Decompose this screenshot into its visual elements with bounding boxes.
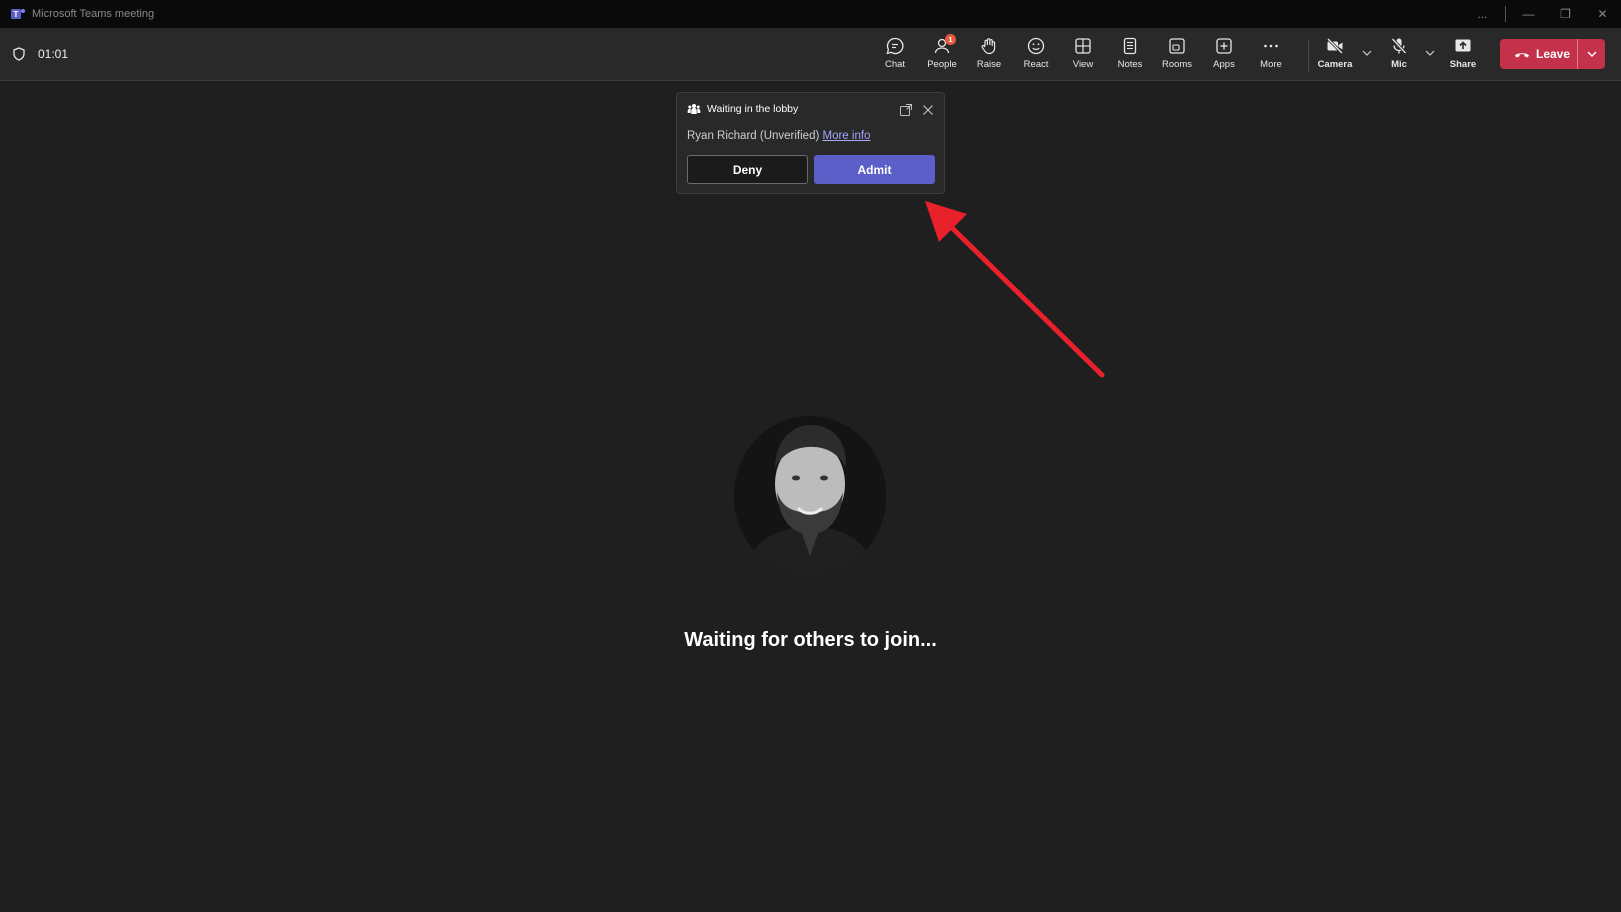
svg-text:T: T [14,10,19,19]
rooms-label: Rooms [1161,59,1193,70]
camera-options-chevron-down-icon[interactable] [1360,46,1374,60]
deny-button[interactable]: Deny [687,155,808,184]
camera-button[interactable]: Camera [1312,36,1358,74]
rooms-button[interactable]: Rooms [1154,36,1200,74]
share-label: Share [1449,59,1477,70]
grid-icon [1075,38,1091,54]
window-titlebar: T Microsoft Teams meeting ... — ❐ ✕ [0,0,1621,28]
lobby-participant-name: Ryan Richard (Unverified) [687,130,820,142]
mic-options-chevron-down-icon[interactable] [1423,46,1437,60]
people-label: People [927,59,957,70]
window-controls-divider [1505,6,1506,22]
apps-label: Apps [1213,59,1235,70]
raise-hand-button[interactable]: Raise [966,36,1012,74]
add-app-icon [1216,38,1232,54]
chat-label: Chat [884,59,906,70]
notes-icon [1123,37,1137,55]
apps-button[interactable]: Apps [1201,36,1247,74]
hang-up-icon [1515,53,1529,58]
leave-button-group: Leave [1500,39,1605,69]
react-button[interactable]: React [1013,36,1059,74]
camera-label: Camera [1317,59,1353,70]
chat-button[interactable]: Chat [872,36,918,74]
view-button[interactable]: View [1060,36,1106,74]
meeting-timer: 01:01 [38,47,69,61]
share-button[interactable]: Share [1440,36,1486,74]
participant-avatar [734,416,886,576]
smiley-icon [1027,37,1045,55]
window-controls: ... — ❐ ✕ [1464,0,1621,28]
more-button[interactable]: More [1248,36,1294,74]
mic-label: Mic [1391,59,1407,70]
more-info-link[interactable]: More info [823,130,871,142]
camera-off-icon [1326,37,1344,55]
share-icon [1455,39,1471,52]
window-more-button[interactable]: ... [1464,0,1501,28]
lobby-participant-line: Ryan Richard (Unverified) More info [687,130,870,142]
admit-button[interactable]: Admit [814,155,935,184]
pop-out-icon[interactable] [899,103,913,117]
leave-options-button[interactable] [1578,39,1605,69]
leave-label: Leave [1536,47,1571,61]
window-title: Microsoft Teams meeting [32,8,155,20]
leave-button[interactable]: Leave [1500,39,1577,69]
mic-off-icon [1391,37,1407,55]
hand-icon [981,38,996,55]
group-icon [687,104,701,114]
people-button[interactable]: 1 People [919,34,965,74]
chat-icon [886,37,904,55]
notes-label: Notes [1117,59,1143,70]
react-label: React [1023,59,1049,70]
lobby-notification: Waiting in the lobby Ryan Richard (Unver… [676,92,945,194]
toolbar-divider [1308,40,1309,72]
people-badge: 1 [945,34,956,45]
close-icon[interactable] [921,103,935,117]
close-window-button[interactable]: ✕ [1584,0,1621,28]
mic-button[interactable]: Mic [1376,36,1422,74]
raise-label: Raise [976,59,1002,70]
shield-icon [13,47,25,61]
more-icon [1264,44,1278,48]
participant-photo [734,416,886,576]
rooms-icon [1169,38,1185,54]
meeting-toolbar: 01:01 Chat 1 People Raise React View Not… [0,28,1621,81]
lobby-header: Waiting in the lobby [687,103,798,115]
chevron-down-icon [1587,51,1596,57]
more-label: More [1260,59,1282,70]
lobby-title: Waiting in the lobby [707,103,799,115]
meeting-info: 01:01 [12,28,68,80]
minimize-button[interactable]: — [1510,0,1547,28]
notes-button[interactable]: Notes [1107,36,1153,74]
restore-button[interactable]: ❐ [1547,0,1584,28]
waiting-status-text: Waiting for others to join... [684,629,937,651]
view-label: View [1072,59,1094,70]
teams-logo-icon: T [11,9,25,19]
